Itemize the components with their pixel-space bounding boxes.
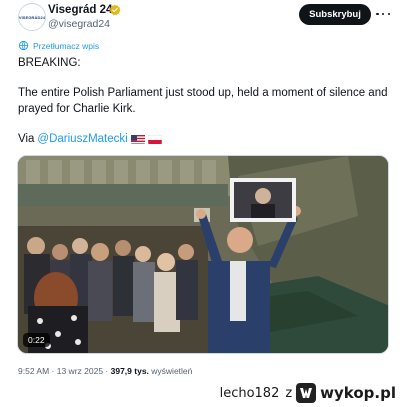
avatar-logo-text: VISEGRÁD24 <box>18 14 46 20</box>
verified-badge-icon <box>109 4 121 16</box>
subscribe-button[interactable]: Subskrybuj <box>299 4 371 25</box>
via-prefix: Via <box>18 133 35 145</box>
via-row: Via @DariuszMatecki <box>18 131 162 147</box>
tweet-text-breaking: BREAKING: <box>18 57 81 69</box>
translate-row[interactable]: Przetłumacz wpis <box>18 40 99 51</box>
author-display-name[interactable]: Visegrád 24 <box>48 4 112 16</box>
watermark-user: lecho182 <box>219 385 280 401</box>
views-label: wyświetleń <box>151 366 193 376</box>
tweet-text-body: The entire Polish Parliament just stood … <box>18 87 388 115</box>
video-frame-image <box>18 156 388 353</box>
timestamp[interactable]: 9:52 AM · 13 wrz 2025 · <box>18 366 108 376</box>
wykop-watermark: lecho182 z wykop.pl <box>219 382 396 404</box>
wykop-logo-icon <box>296 383 317 403</box>
tweet-meta: 9:52 AM · 13 wrz 2025 · 397,9 tys. wyświ… <box>18 366 192 376</box>
avatar[interactable]: VISEGRÁD24 <box>18 3 46 31</box>
video-timer: 0:22 <box>23 333 50 347</box>
us-flag-icon <box>130 134 145 144</box>
screenshot-frame: VISEGRÁD24 Visegrád 24 @visegrad24 Subsk… <box>0 0 400 407</box>
watermark-site: wykop.pl <box>320 384 396 402</box>
author-handle[interactable]: @visegrad24 <box>48 18 110 30</box>
more-options-icon[interactable] <box>376 8 390 20</box>
watermark-separator: z <box>285 385 293 401</box>
translate-icon <box>18 40 29 51</box>
views-count: 397,9 tys. <box>110 366 149 376</box>
mention-link[interactable]: @DariuszMatecki <box>37 131 127 147</box>
translate-link[interactable]: Przetłumacz wpis <box>33 41 99 51</box>
video-player[interactable]: 0:22 <box>17 155 389 354</box>
tweet-card: VISEGRÁD24 Visegrád 24 @visegrad24 Subsk… <box>6 0 394 382</box>
poland-flag-icon <box>147 134 162 144</box>
